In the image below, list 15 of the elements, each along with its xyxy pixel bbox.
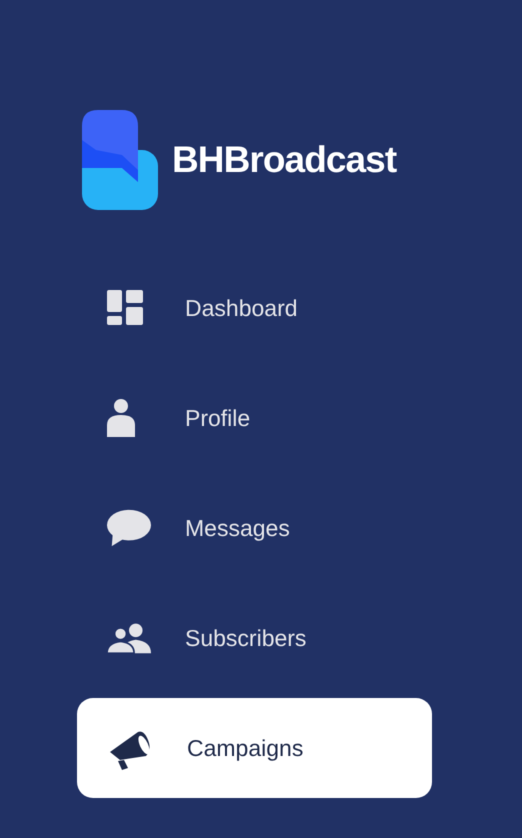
speech-bubble-icon	[107, 509, 151, 547]
nav-item[interactable]: Subscribers	[77, 588, 432, 688]
logo-icon	[82, 110, 158, 210]
person-icon	[107, 399, 135, 437]
nav-item[interactable]: Messages	[77, 478, 432, 578]
nav-item[interactable]: Profile	[77, 368, 432, 468]
brand-name: BHBroadcast	[172, 138, 396, 182]
nav-label: Campaigns	[187, 734, 304, 763]
nav-item[interactable]: Dashboard	[77, 258, 432, 358]
dashboard-icon	[107, 290, 143, 326]
nav-label: Subscribers	[185, 624, 306, 653]
nav-label: Messages	[185, 514, 290, 543]
nav-label: Profile	[185, 404, 250, 433]
nav-item[interactable]: Campaigns	[77, 698, 432, 798]
nav-label: Dashboard	[185, 294, 298, 323]
